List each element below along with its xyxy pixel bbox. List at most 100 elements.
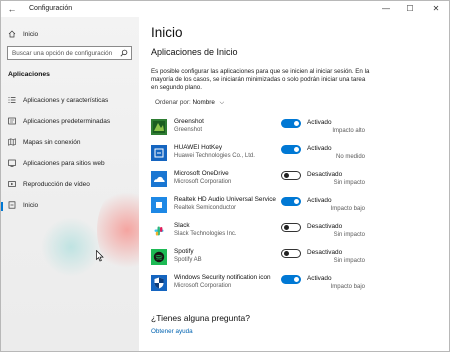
app-name: Greenshot (174, 118, 204, 125)
startup-impact: Impacto bajo (330, 284, 365, 290)
app-publisher: Spotify AB (174, 257, 202, 263)
greenshot-icon (151, 119, 167, 135)
toggle-state: Activado (307, 197, 332, 204)
settings-window: ← Configuración — ☐ ✕ Inicio Aplicacione… (0, 0, 450, 352)
help-question: ¿Tienes alguna pregunta? (151, 313, 250, 323)
spotify-icon (151, 249, 167, 265)
app-publisher: Greenshot (174, 127, 203, 133)
startup-toggle[interactable] (281, 223, 301, 232)
sort-dropdown[interactable]: Ordenar por: Nombre ⌵ (155, 99, 224, 107)
default-apps-icon (8, 117, 16, 125)
sidebar-item-offline-maps[interactable]: Mapas sin conexión (1, 135, 139, 149)
startup-impact: Sin impacto (333, 180, 365, 186)
app-name: Realtek HD Audio Universal Service (174, 196, 276, 203)
sidebar: Inicio Aplicaciones Aplicaciones y carac… (1, 17, 139, 351)
app-name: Microsoft OneDrive (174, 170, 229, 177)
sidebar-item-video-playback[interactable]: Reproducción de vídeo (1, 177, 139, 191)
sort-label: Ordenar por: (155, 99, 191, 106)
windows-security-icon (151, 275, 167, 291)
startup-app-row: Windows Security notification icon Micro… (151, 274, 365, 294)
sidebar-item-default-apps[interactable]: Aplicaciones predeterminadas (1, 114, 139, 128)
startup-toggle[interactable] (281, 275, 301, 284)
app-name: Spotify (174, 248, 194, 255)
toggle-knob (284, 173, 289, 178)
app-publisher: Realtek Semiconductor (174, 205, 237, 211)
sidebar-section-title: Aplicaciones (8, 71, 50, 78)
mouse-cursor-icon (96, 250, 104, 262)
sidebar-item-label: Inicio (23, 30, 39, 38)
app-publisher: Huawei Technologies Co., Ltd. (174, 153, 255, 159)
main-content: Inicio Aplicaciones de Inicio Es posible… (139, 17, 449, 351)
startup-app-row: Realtek HD Audio Universal Service Realt… (151, 196, 365, 216)
sidebar-item-label: Inicio (23, 201, 39, 209)
startup-app-row: Microsoft OneDrive Microsoft Corporation… (151, 170, 365, 190)
sidebar-item-label: Aplicaciones predeterminadas (23, 117, 111, 125)
background-blur (41, 217, 101, 277)
startup-toggle[interactable] (281, 171, 301, 180)
toggle-knob (294, 147, 299, 152)
app-name: Slack (174, 222, 190, 229)
toggle-knob (284, 225, 289, 230)
toggle-state: Desactivado (307, 249, 343, 256)
search-input[interactable] (8, 47, 120, 59)
realtek-icon (151, 197, 167, 213)
startup-app-row: Slack Slack Technologies Inc. Desactivad… (151, 222, 365, 242)
toggle-knob (294, 199, 299, 204)
app-publisher: Microsoft Corporation (174, 283, 232, 289)
startup-icon (8, 201, 16, 209)
sidebar-item-label: Aplicaciones para sitios web (23, 159, 105, 167)
toggle-state: Activado (307, 275, 332, 282)
app-name: Windows Security notification icon (174, 274, 271, 281)
toggle-knob (294, 277, 299, 282)
minimize-button[interactable]: — (375, 1, 397, 17)
app-publisher: Slack Technologies Inc. (174, 231, 237, 237)
startup-toggle[interactable] (281, 197, 301, 206)
app-name: HUAWEI HotKey (174, 144, 223, 151)
section-title: Aplicaciones de Inicio (151, 47, 238, 57)
huawei-hotkey-icon (151, 145, 167, 161)
title-bar: ← Configuración — ☐ ✕ (1, 1, 449, 17)
app-publisher: Microsoft Corporation (174, 179, 232, 185)
video-icon (8, 180, 16, 188)
get-help-link[interactable]: Obtener ayuda (151, 328, 193, 335)
search-box[interactable] (7, 46, 132, 60)
sidebar-item-label: Mapas sin conexión (23, 138, 81, 146)
onedrive-icon (151, 171, 167, 187)
toggle-state: Activado (307, 145, 332, 152)
startup-app-row: Greenshot Greenshot Activado Impacto alt… (151, 118, 365, 138)
toggle-state: Desactivado (307, 171, 343, 178)
startup-toggle[interactable] (281, 249, 301, 258)
startup-impact: Sin impacto (333, 258, 365, 264)
page-title: Inicio (151, 25, 183, 40)
back-button[interactable]: ← (5, 3, 19, 15)
sidebar-item-label: Reproducción de vídeo (23, 180, 90, 188)
startup-toggle[interactable] (281, 145, 301, 154)
sidebar-item-website-apps[interactable]: Aplicaciones para sitios web (1, 156, 139, 170)
map-icon (8, 138, 16, 146)
description-text: Es posible configurar las aplicaciones p… (151, 68, 370, 92)
home-icon (8, 30, 16, 38)
sidebar-item-home[interactable]: Inicio (1, 27, 139, 41)
sidebar-item-label: Aplicaciones y características (23, 96, 109, 104)
window-title: Configuración (29, 5, 73, 12)
startup-toggle[interactable] (281, 119, 301, 128)
sort-value: Nombre (192, 99, 215, 106)
maximize-button[interactable]: ☐ (399, 1, 421, 17)
toggle-state: Desactivado (307, 223, 343, 230)
startup-impact: No medido (335, 154, 365, 160)
chevron-down-icon: ⌵ (219, 100, 225, 106)
website-apps-icon (8, 159, 16, 167)
startup-impact: Sin impacto (333, 232, 365, 238)
startup-impact: Impacto alto (332, 128, 365, 134)
sidebar-item-startup[interactable]: Inicio (1, 198, 139, 212)
startup-app-row: HUAWEI HotKey Huawei Technologies Co., L… (151, 144, 365, 164)
toggle-knob (284, 251, 289, 256)
toggle-knob (294, 121, 299, 126)
startup-app-row: Spotify Spotify AB Desactivado Sin impac… (151, 248, 365, 268)
list-icon (8, 96, 16, 104)
search-icon[interactable] (120, 49, 128, 57)
slack-icon (151, 223, 167, 239)
toggle-state: Activado (307, 119, 332, 126)
close-button[interactable]: ✕ (425, 1, 447, 17)
sidebar-item-apps-features[interactable]: Aplicaciones y características (1, 93, 139, 107)
